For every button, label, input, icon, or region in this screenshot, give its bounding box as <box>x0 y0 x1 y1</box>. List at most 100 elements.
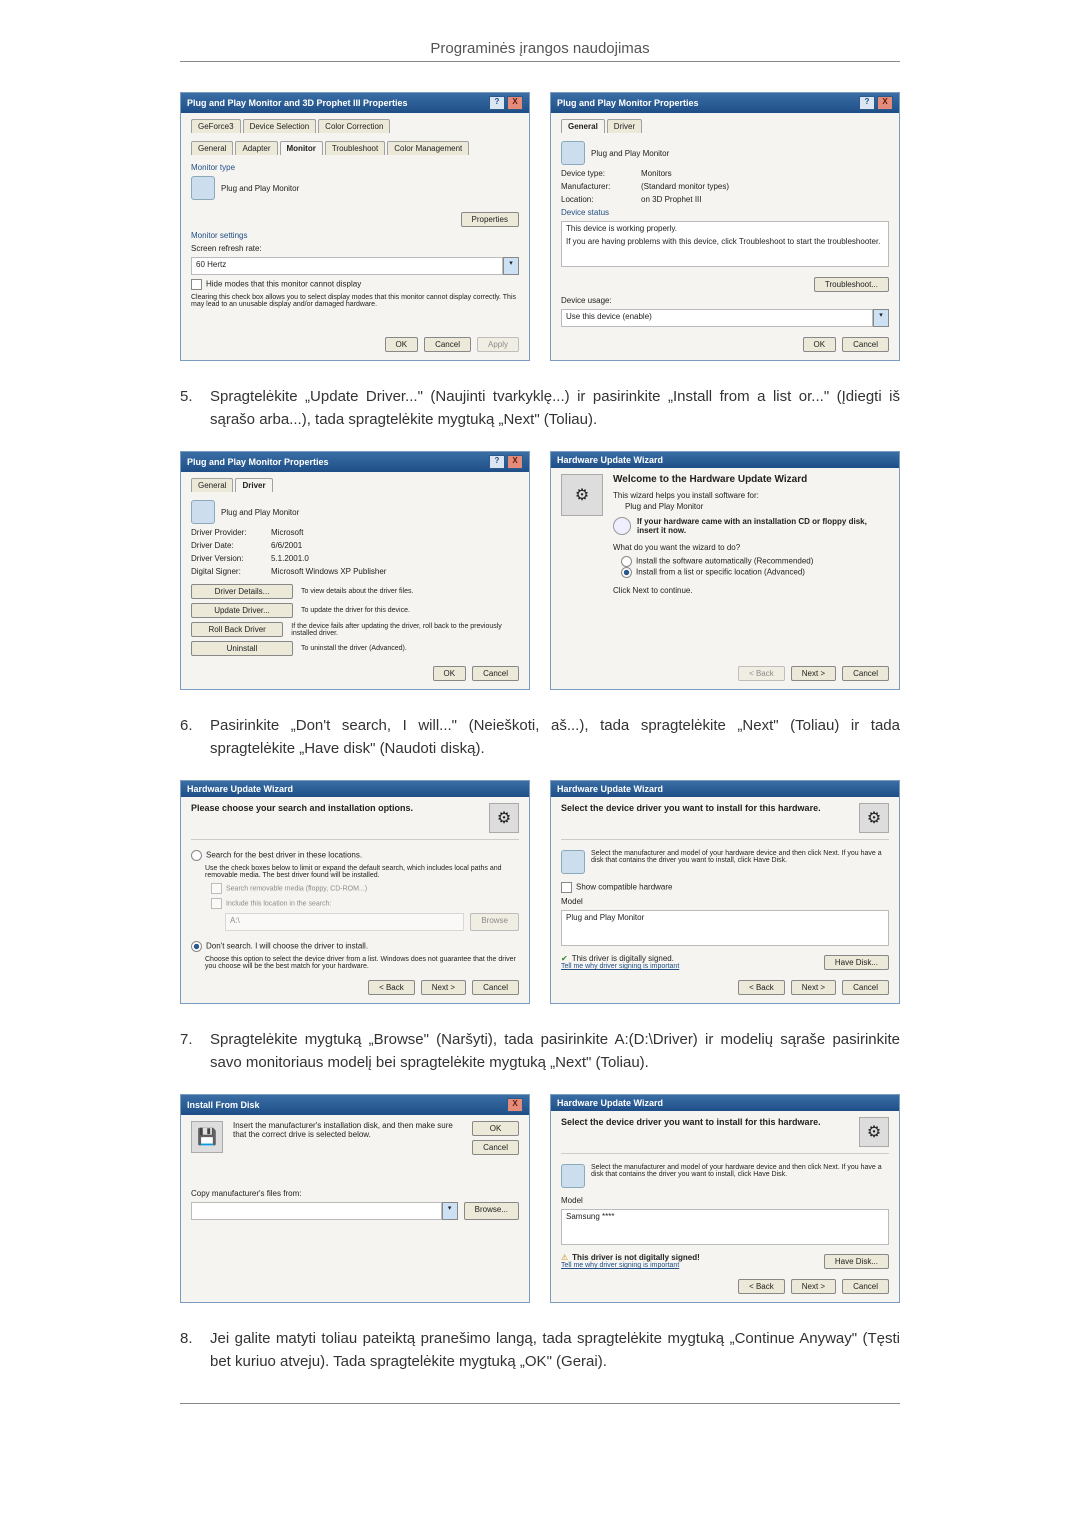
cancel-button[interactable]: Cancel <box>424 337 471 352</box>
location-input: A:\ <box>225 913 464 931</box>
tab-driver[interactable]: Driver <box>607 119 642 133</box>
disk-icon: 💾 <box>191 1121 223 1153</box>
kv-date: Driver Date:6/6/2001 <box>191 541 519 550</box>
step-text: Pasirinkite „Don't search, I will..." (N… <box>210 715 900 760</box>
tab-device-selection[interactable]: Device Selection <box>243 119 317 133</box>
chk-show-compat[interactable]: Show compatible hardware <box>561 882 889 893</box>
dlg5-title: Hardware Update Wizard <box>187 784 293 794</box>
dlg8-title: Hardware Update Wizard <box>557 1098 663 1108</box>
step-8: 8. Jei galite matyti toliau pateiktą pra… <box>180 1328 900 1373</box>
tab-general[interactable]: General <box>561 119 605 133</box>
wizard-icon: ⚙ <box>561 474 603 516</box>
ok-button[interactable]: OK <box>385 337 419 352</box>
wizard-icon: ⚙ <box>859 1117 889 1147</box>
wizard-continue: Click Next to continue. <box>613 586 889 595</box>
dlg-install-from-disk: Install From Disk X 💾 Insert the manufac… <box>180 1094 530 1303</box>
copy-from-input[interactable] <box>191 1202 442 1220</box>
kv-provider: Driver Provider:Microsoft <box>191 528 519 537</box>
tab-monitor[interactable]: Monitor <box>280 141 323 155</box>
dlg6-header: Select the device driver you want to ins… <box>561 803 849 813</box>
tab-geforce3[interactable]: GeForce3 <box>191 119 241 133</box>
monitor-icon <box>191 500 215 524</box>
close-icon[interactable]: X <box>507 1098 523 1112</box>
help-icon[interactable]: ? <box>489 455 505 469</box>
browse-button[interactable]: Browse... <box>464 1202 519 1220</box>
model-list[interactable]: Samsung **** <box>561 1209 889 1245</box>
tab-driver[interactable]: Driver <box>235 478 272 492</box>
properties-button[interactable]: Properties <box>461 212 519 227</box>
chevron-down-icon[interactable]: ▾ <box>873 309 889 327</box>
cancel-button[interactable]: Cancel <box>842 337 889 352</box>
back-button[interactable]: < Back <box>738 1279 785 1294</box>
close-icon[interactable]: X <box>507 455 523 469</box>
cancel-button[interactable]: Cancel <box>472 980 519 995</box>
troubleshoot-button[interactable]: Troubleshoot... <box>814 277 889 292</box>
opt-auto[interactable]: Install the software automatically (Reco… <box>621 556 889 567</box>
signing-link[interactable]: Tell me why driver signing is important <box>561 1262 700 1269</box>
device-usage-value[interactable]: Use this device (enable) <box>561 309 873 327</box>
chevron-down-icon[interactable]: ▾ <box>503 257 519 275</box>
device-icon <box>561 850 585 874</box>
uninstall-desc: To uninstall the driver (Advanced). <box>301 645 407 652</box>
driver-details-desc: To view details about the driver files. <box>301 588 413 595</box>
dlg6-title: Hardware Update Wizard <box>557 784 663 794</box>
ok-button[interactable]: OK <box>433 666 467 681</box>
device-name: Plug and Play Monitor <box>591 149 669 158</box>
step-text: Spragtelėkite mygtuką „Browse" (Naršyti)… <box>210 1029 900 1074</box>
tab-color-correction[interactable]: Color Correction <box>318 119 390 133</box>
kv-device-type: Device type:Monitors <box>561 169 889 178</box>
update-driver-button[interactable]: Update Driver... <box>191 603 293 618</box>
device-status-box: This device is working properly. If you … <box>561 221 889 267</box>
next-button[interactable]: Next > <box>791 1279 836 1294</box>
wizard-icon: ⚙ <box>489 803 519 833</box>
ok-button[interactable]: OK <box>472 1121 519 1136</box>
dlg-wizard-search-options: Hardware Update Wizard Please choose you… <box>180 780 530 1004</box>
opt-dont-search[interactable]: Don't search. I will choose the driver t… <box>191 941 519 952</box>
rollback-driver-desc: If the device fails after updating the d… <box>291 623 519 637</box>
back-button[interactable]: < Back <box>368 980 415 995</box>
cancel-button[interactable]: Cancel <box>842 1279 889 1294</box>
monitor-settings-label: Monitor settings <box>191 231 519 240</box>
cancel-button[interactable]: Cancel <box>472 666 519 681</box>
cancel-button[interactable]: Cancel <box>842 666 889 681</box>
rollback-driver-button[interactable]: Roll Back Driver <box>191 622 283 637</box>
close-icon[interactable]: X <box>507 96 523 110</box>
opt-dont-search-desc: Choose this option to select the device … <box>205 956 519 970</box>
next-button[interactable]: Next > <box>421 980 466 995</box>
next-button[interactable]: Next > <box>791 980 836 995</box>
device-name: Plug and Play Monitor <box>221 508 299 517</box>
page-title: Programinės įrangos naudojimas <box>180 40 900 57</box>
driver-details-button[interactable]: Driver Details... <box>191 584 293 599</box>
hide-modes-checkbox[interactable]: Hide modes that this monitor cannot disp… <box>191 279 519 290</box>
dlg8-titlebar: Hardware Update Wizard <box>551 1095 899 1111</box>
tab-color-mgmt[interactable]: Color Management <box>387 141 469 155</box>
tab-troubleshoot[interactable]: Troubleshoot <box>325 141 385 155</box>
refresh-rate-value[interactable]: 60 Hertz <box>191 257 503 275</box>
cancel-button[interactable]: Cancel <box>842 980 889 995</box>
cancel-button[interactable]: Cancel <box>472 1140 519 1155</box>
tab-adapter[interactable]: Adapter <box>235 141 277 155</box>
uninstall-button[interactable]: Uninstall <box>191 641 293 656</box>
opt-list[interactable]: Install from a list or specific location… <box>621 567 889 578</box>
ok-button[interactable]: OK <box>803 337 837 352</box>
kv-manufacturer: Manufacturer:(Standard monitor types) <box>561 182 889 191</box>
next-button[interactable]: Next > <box>791 666 836 681</box>
have-disk-button[interactable]: Have Disk... <box>824 1254 889 1269</box>
close-icon[interactable]: X <box>877 96 893 110</box>
back-button[interactable]: < Back <box>738 980 785 995</box>
step-5: 5. Spragtelėkite „Update Driver..." (Nau… <box>180 386 900 431</box>
dlg1-title: Plug and Play Monitor and 3D Prophet III… <box>187 98 408 108</box>
have-disk-button[interactable]: Have Disk... <box>824 955 889 970</box>
help-icon[interactable]: ? <box>859 96 875 110</box>
kv-location: Location:on 3D Prophet III <box>561 195 889 204</box>
tab-general[interactable]: General <box>191 141 233 155</box>
tab-general[interactable]: General <box>191 478 233 492</box>
dlg4-titlebar: Hardware Update Wizard <box>551 452 899 468</box>
help-icon[interactable]: ? <box>489 96 505 110</box>
chevron-down-icon[interactable]: ▾ <box>442 1202 458 1220</box>
dlg-wizard-select-driver: Hardware Update Wizard Select the device… <box>550 780 900 1004</box>
dlg7-title: Install From Disk <box>187 1100 260 1110</box>
model-list[interactable]: Plug and Play Monitor <box>561 910 889 946</box>
opt-search-best[interactable]: Search for the best driver in these loca… <box>191 850 519 861</box>
signing-link[interactable]: Tell me why driver signing is important <box>561 963 679 970</box>
